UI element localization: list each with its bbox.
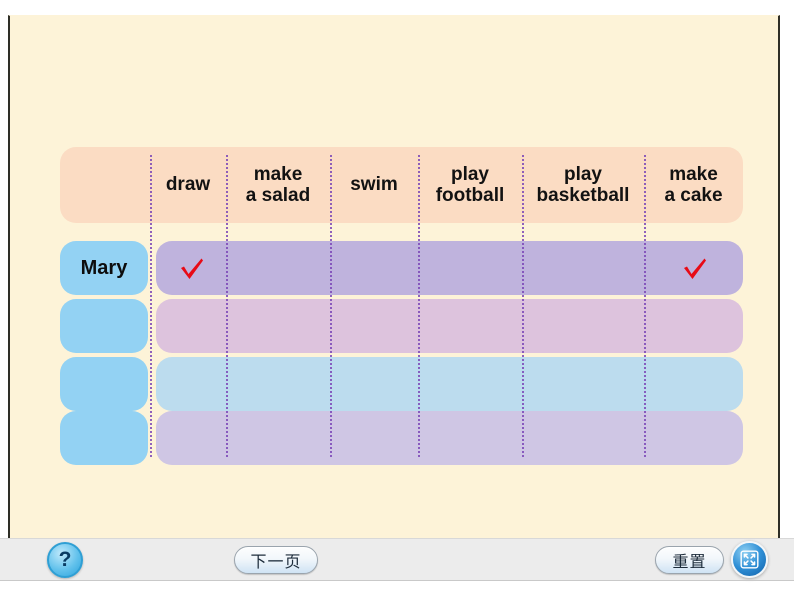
check-mark-icon <box>683 258 706 279</box>
cell-2-play-basketball[interactable] <box>524 299 646 353</box>
cell-3-make-a-salad[interactable] <box>228 357 332 411</box>
cell-4-play-football[interactable] <box>420 411 524 465</box>
column-header-draw-label: draw <box>165 174 211 196</box>
column-header-swim: swim <box>330 147 418 223</box>
cell-2-play-football[interactable] <box>420 299 524 353</box>
column-header-draw: draw <box>150 147 226 223</box>
column-header-play-basketball: play basketball <box>522 147 644 223</box>
next-page-button[interactable]: 下一页 <box>234 546 318 574</box>
table-row: Mary <box>52 241 743 295</box>
answer-strip-3 <box>156 357 743 411</box>
student-name-cell-4[interactable] <box>60 411 148 465</box>
column-header-make-a-salad: make a salad <box>226 147 330 223</box>
fullscreen-expand-icon <box>740 550 759 569</box>
student-name-cell-3[interactable] <box>60 357 148 411</box>
question-mark-icon: ? <box>58 548 72 571</box>
cell-2-make-a-cake[interactable] <box>646 299 743 353</box>
cell-3-play-football[interactable] <box>420 357 524 411</box>
cell-4-make-a-salad[interactable] <box>228 411 332 465</box>
answer-strip-2 <box>156 299 743 353</box>
student-name-cell-2[interactable] <box>60 299 148 353</box>
table-row <box>52 411 743 465</box>
column-header-swim-label: swim <box>350 174 398 196</box>
cell-4-draw[interactable] <box>156 411 228 465</box>
cell-2-swim[interactable] <box>332 299 420 353</box>
cell-3-play-basketball[interactable] <box>524 357 646 411</box>
cell-1-make-a-salad[interactable] <box>228 241 332 295</box>
grid-header-corner <box>60 147 150 223</box>
column-header-make-a-cake-label: make a cake <box>664 163 723 206</box>
column-header-play-football: play football <box>418 147 522 223</box>
application-root: draw make a salad swim play football play b… <box>0 0 794 596</box>
answer-strip-4 <box>156 411 743 465</box>
column-header-play-football-label: play football <box>435 163 505 206</box>
column-header-make-a-salad-label: make a salad <box>245 163 311 206</box>
cell-2-make-a-salad[interactable] <box>228 299 332 353</box>
column-header-make-a-cake: make a cake <box>644 147 743 223</box>
cell-1-swim[interactable] <box>332 241 420 295</box>
cell-3-swim[interactable] <box>332 357 420 411</box>
fullscreen-button[interactable] <box>731 541 768 578</box>
reset-button[interactable]: 重置 <box>655 546 724 574</box>
table-row <box>52 357 743 411</box>
column-header-play-basketball-label: play basketball <box>536 163 630 206</box>
cell-4-play-basketball[interactable] <box>524 411 646 465</box>
table-row <box>52 299 743 353</box>
cell-4-swim[interactable] <box>332 411 420 465</box>
cell-3-make-a-cake[interactable] <box>646 357 743 411</box>
slide-content-area: draw make a salad swim play football play b… <box>8 15 780 538</box>
student-name-label-1: Mary <box>80 256 128 279</box>
student-name-cell-1[interactable]: Mary <box>60 241 148 295</box>
survey-grid: draw make a salad swim play football play b… <box>52 147 743 465</box>
cell-1-play-football[interactable] <box>420 241 524 295</box>
reset-button-label: 重置 <box>672 554 707 571</box>
grid-header-row: draw make a salad swim play football play b… <box>60 147 743 223</box>
help-button[interactable]: ? <box>47 542 83 578</box>
cell-1-play-basketball[interactable] <box>524 241 646 295</box>
cell-4-make-a-cake[interactable] <box>646 411 743 465</box>
answer-strip-1 <box>156 241 743 295</box>
cell-1-make-a-cake[interactable] <box>646 241 743 295</box>
next-page-button-label: 下一页 <box>250 554 302 571</box>
cell-3-draw[interactable] <box>156 357 228 411</box>
cell-1-draw[interactable] <box>156 241 228 295</box>
cell-2-draw[interactable] <box>156 299 228 353</box>
bottom-toolbar: ? 下一页 重置 <box>0 538 794 581</box>
check-mark-icon <box>181 258 203 279</box>
